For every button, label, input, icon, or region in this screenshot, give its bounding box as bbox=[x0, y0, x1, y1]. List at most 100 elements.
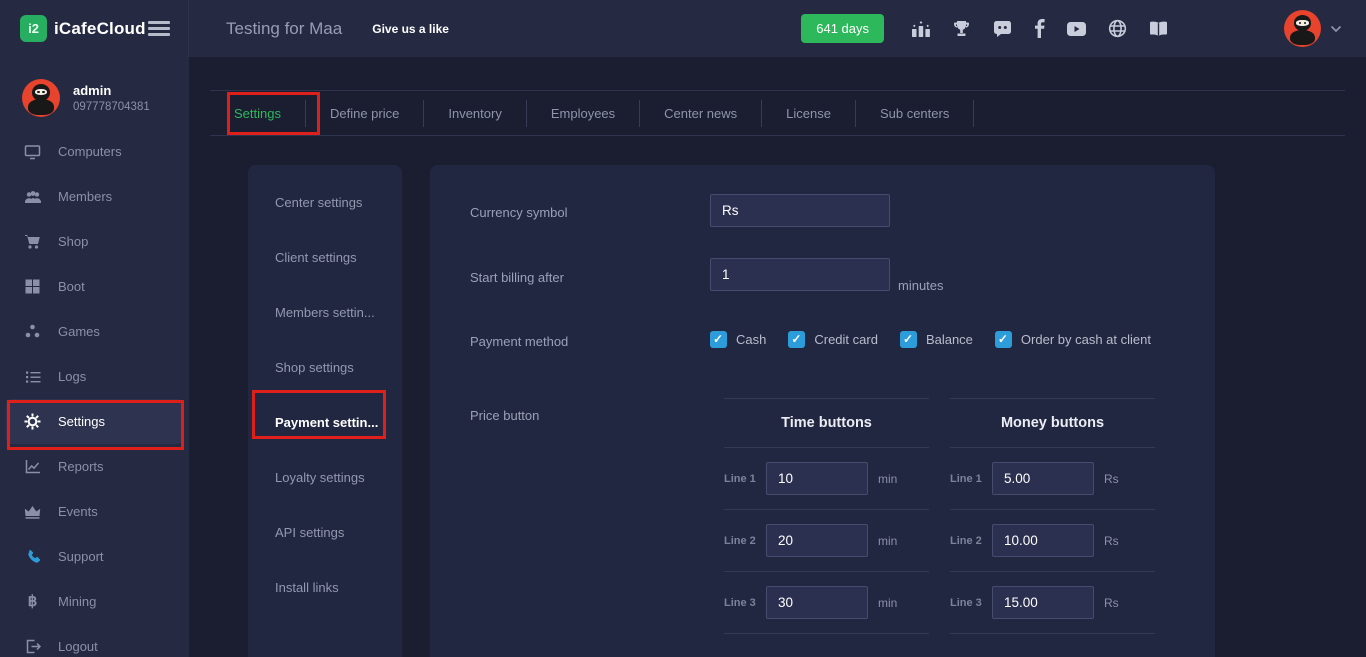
money-buttons-group: Money buttons Line 1 Rs Line 2 Rs Line 3 bbox=[950, 398, 1155, 657]
minutes-suffix: minutes bbox=[898, 278, 944, 293]
sidebar-item-boot[interactable]: Boot bbox=[0, 264, 189, 309]
sidebar-item-settings[interactable]: Settings bbox=[6, 399, 183, 444]
settings-nav-shop[interactable]: Shop settings bbox=[248, 340, 402, 395]
time-line2-input[interactable] bbox=[766, 524, 868, 557]
phone-icon bbox=[24, 548, 41, 565]
settings-nav-payment[interactable]: Payment settin... bbox=[248, 395, 402, 450]
tab-sub-centers[interactable]: Sub centers bbox=[856, 100, 974, 127]
monitor-icon bbox=[24, 143, 41, 160]
youtube-icon[interactable] bbox=[1066, 21, 1087, 37]
sidebar-item-label: Logout bbox=[58, 639, 98, 654]
payment-method-options: Cash Credit card Balance Order by cash a… bbox=[710, 331, 1151, 348]
line-label: Line 2 bbox=[724, 535, 762, 547]
days-remaining-button[interactable]: 641 days bbox=[801, 14, 884, 43]
sidebar-item-members[interactable]: Members bbox=[0, 174, 189, 219]
settings-nav-install[interactable]: Install links bbox=[248, 560, 402, 615]
sidebar-item-computers[interactable]: Computers bbox=[0, 129, 189, 174]
ranking-icon[interactable] bbox=[911, 20, 931, 38]
line-label: Line 1 bbox=[950, 473, 988, 485]
tab-inventory[interactable]: Inventory bbox=[424, 100, 526, 127]
price-button-label: Price button bbox=[470, 408, 539, 423]
min-suffix: min bbox=[878, 534, 897, 548]
money-line2-input[interactable] bbox=[992, 524, 1094, 557]
sidebar-item-reports[interactable]: Reports bbox=[0, 444, 189, 489]
sidebar-item-logs[interactable]: Logs bbox=[0, 354, 189, 399]
sidebar-item-mining[interactable]: ฿ Mining bbox=[0, 579, 189, 624]
sidebar-item-support[interactable]: Support bbox=[0, 534, 189, 579]
money-row-4-partial bbox=[950, 634, 1155, 657]
time-buttons-header: Time buttons bbox=[724, 398, 929, 448]
profile-block[interactable]: admin 097778704381 bbox=[0, 57, 189, 119]
sidebar-item-label: Computers bbox=[58, 144, 122, 159]
money-buttons-header: Money buttons bbox=[950, 398, 1155, 448]
sidebar-item-shop[interactable]: Shop bbox=[0, 219, 189, 264]
sidebar-item-label: Settings bbox=[58, 414, 105, 429]
tab-center-news[interactable]: Center news bbox=[640, 100, 762, 127]
sidebar-item-games[interactable]: Games bbox=[0, 309, 189, 354]
give-us-a-like-link[interactable]: Give us a like bbox=[372, 22, 449, 36]
top-bar: i2 iCafeCloud Testing for Maa Give us a … bbox=[0, 0, 1366, 57]
hamburger-menu-icon[interactable] bbox=[148, 18, 170, 40]
user-avatar[interactable] bbox=[1284, 10, 1321, 47]
tab-employees[interactable]: Employees bbox=[527, 100, 640, 127]
sidebar: admin 097778704381 Computers Members Sho… bbox=[0, 57, 189, 657]
time-row-4-partial bbox=[724, 634, 929, 657]
currency-symbol-label: Currency symbol bbox=[470, 205, 568, 220]
sidebar-item-label: Members bbox=[58, 189, 112, 204]
chart-icon bbox=[24, 458, 41, 475]
bitcoin-icon: ฿ bbox=[24, 593, 41, 610]
facebook-icon[interactable] bbox=[1034, 19, 1045, 38]
gamepad-icon bbox=[24, 323, 41, 340]
checkbox-credit-card[interactable]: Credit card bbox=[788, 331, 878, 348]
profile-phone: 097778704381 bbox=[73, 101, 150, 113]
settings-nav-loyalty[interactable]: Loyalty settings bbox=[248, 450, 402, 505]
time-buttons-group: Time buttons Line 1 min Line 2 min Line … bbox=[724, 398, 929, 657]
money-line3-input[interactable] bbox=[992, 586, 1094, 619]
sidebar-item-logout[interactable]: Logout bbox=[0, 624, 189, 657]
sidebar-item-label: Games bbox=[58, 324, 100, 339]
main-content: Settings Define price Inventory Employee… bbox=[189, 57, 1366, 657]
start-billing-input[interactable] bbox=[710, 258, 890, 291]
checkbox-balance[interactable]: Balance bbox=[900, 331, 973, 348]
rs-suffix: Rs bbox=[1104, 596, 1119, 610]
line-label: Line 3 bbox=[724, 597, 762, 609]
money-line1-input[interactable] bbox=[992, 462, 1094, 495]
topbar-right: 641 days bbox=[801, 10, 1366, 47]
discord-icon[interactable] bbox=[992, 20, 1013, 38]
checkbox-label: Order by cash at client bbox=[1021, 332, 1151, 347]
sidebar-item-events[interactable]: Events bbox=[0, 489, 189, 534]
tab-license[interactable]: License bbox=[762, 100, 856, 127]
sidebar-item-label: Mining bbox=[58, 594, 96, 609]
tab-bar: Settings Define price Inventory Employee… bbox=[210, 90, 1345, 136]
currency-symbol-input[interactable] bbox=[710, 194, 890, 227]
tab-settings[interactable]: Settings bbox=[210, 100, 306, 127]
payment-method-label: Payment method bbox=[470, 334, 568, 349]
time-row-3: Line 3 min bbox=[724, 572, 929, 634]
rs-suffix: Rs bbox=[1104, 534, 1119, 548]
checkbox-checked-icon bbox=[995, 331, 1012, 348]
time-line1-input[interactable] bbox=[766, 462, 868, 495]
profile-name: admin bbox=[73, 83, 150, 98]
tab-define-price[interactable]: Define price bbox=[306, 100, 424, 127]
cart-icon bbox=[24, 233, 41, 250]
trophy-icon[interactable] bbox=[952, 20, 971, 38]
checkbox-checked-icon bbox=[900, 331, 917, 348]
book-icon[interactable] bbox=[1148, 20, 1169, 38]
globe-icon[interactable] bbox=[1108, 19, 1127, 38]
chevron-down-icon[interactable] bbox=[1330, 20, 1342, 38]
settings-nav-api[interactable]: API settings bbox=[248, 505, 402, 560]
windows-icon bbox=[24, 278, 41, 295]
time-line3-input[interactable] bbox=[766, 586, 868, 619]
brand-name: iCafeCloud bbox=[54, 19, 146, 39]
time-row-2: Line 2 min bbox=[724, 510, 929, 572]
settings-nav-center[interactable]: Center settings bbox=[248, 175, 402, 230]
settings-nav-client[interactable]: Client settings bbox=[248, 230, 402, 285]
checkbox-order-by-cash[interactable]: Order by cash at client bbox=[995, 331, 1151, 348]
list-icon bbox=[24, 368, 41, 385]
money-row-3: Line 3 Rs bbox=[950, 572, 1155, 634]
settings-nav-members[interactable]: Members settin... bbox=[248, 285, 402, 340]
icafecloud-app: i2 iCafeCloud Testing for Maa Give us a … bbox=[0, 0, 1366, 657]
checkbox-cash[interactable]: Cash bbox=[710, 331, 766, 348]
logout-icon bbox=[24, 638, 41, 655]
topbar-icons bbox=[911, 19, 1169, 38]
